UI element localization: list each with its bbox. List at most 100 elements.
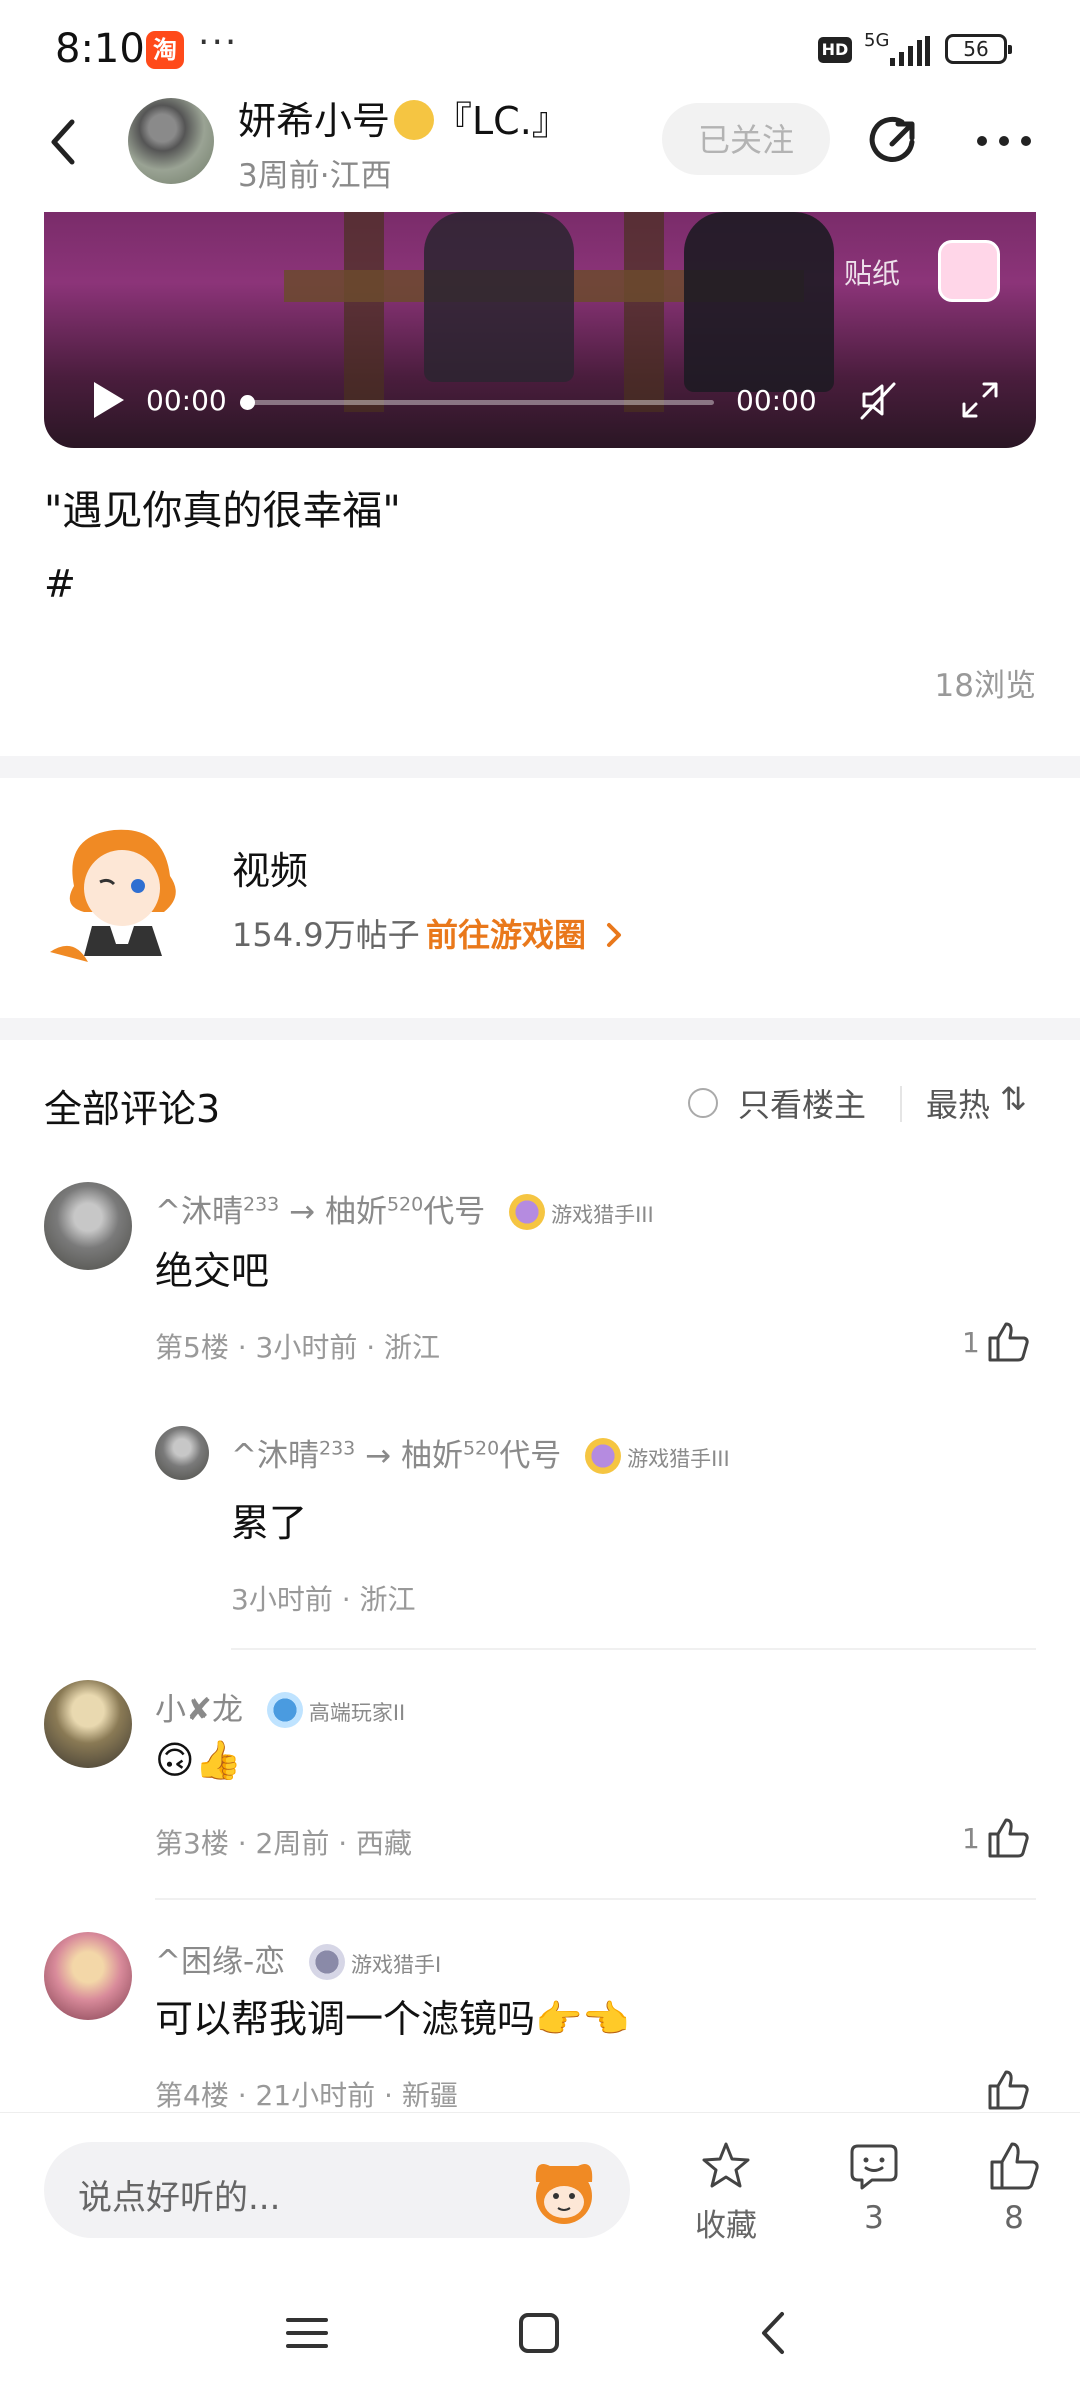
- taobao-app-icon: 淘: [146, 31, 184, 69]
- post-title: "遇见你真的很幸福": [44, 488, 401, 534]
- author-name-suffix: 『LC.』: [434, 99, 570, 143]
- favorite-label[interactable]: 收藏: [666, 2200, 786, 2245]
- sticker-label: 贴纸: [844, 257, 901, 290]
- circle-name[interactable]: 视频: [232, 840, 308, 895]
- only-op-radio[interactable]: [688, 1088, 718, 1118]
- author-sup: 233: [242, 1193, 280, 1216]
- video-scene-post: [344, 212, 384, 412]
- author-name-part: ^沐晴: [155, 1194, 243, 1230]
- comment-like-count: 1: [962, 1822, 980, 1855]
- status-bar: 8:10 淘 ··· HD 5G 56: [0, 0, 1080, 96]
- author-avatar[interactable]: [128, 98, 214, 184]
- author-sup: 520: [462, 1437, 500, 1460]
- comment-avatar[interactable]: [44, 1182, 132, 1270]
- like-count: 8: [1004, 2200, 1024, 2236]
- player-badge-icon: [585, 1438, 622, 1474]
- circle-post-count: 154.9万帖子: [232, 916, 420, 954]
- comments-title: 全部评论3: [44, 1087, 221, 1131]
- author-name-part: 柚妡: [324, 1194, 387, 1230]
- post-meta: 3周前·江西: [238, 158, 392, 194]
- menu-icon[interactable]: [280, 2306, 334, 2360]
- comment-count: 3: [864, 2200, 884, 2236]
- video-duration: 00:00: [736, 384, 817, 417]
- status-time: 8:10: [55, 26, 145, 72]
- more-icon[interactable]: [972, 116, 1036, 166]
- network-type: 5G: [864, 30, 890, 51]
- post-hashtag[interactable]: #: [44, 562, 76, 606]
- like-icon[interactable]: [988, 2140, 1040, 2192]
- comment-text: 🙃👍: [155, 1738, 242, 1782]
- video-progress-knob[interactable]: [240, 395, 255, 410]
- comment-text: 可以帮我调一个滤镜吗👉👈: [155, 1997, 630, 2041]
- video-player[interactable]: 贴纸 00:00 00:00: [44, 212, 1036, 448]
- like-icon[interactable]: [986, 1320, 1030, 1364]
- follow-button[interactable]: 已关注: [662, 103, 830, 175]
- comment-meta: 第4楼 · 21小时前 · 新疆: [155, 2079, 458, 2112]
- sort-label[interactable]: 最热: [926, 1080, 990, 1126]
- author-name[interactable]: 妍希小号 『LC.』: [238, 90, 570, 145]
- go-to-circle-label: 前往游戏圈: [426, 916, 587, 954]
- comment-input-placeholder: 说点好听的...: [78, 2178, 281, 2218]
- circle-avatar[interactable]: [44, 816, 200, 976]
- author-name-part: 小✘龙: [155, 1692, 243, 1728]
- badge-label: 游戏猎手I: [351, 1953, 442, 1977]
- like-icon[interactable]: [986, 2068, 1030, 2112]
- status-more-icon: ···: [198, 22, 239, 63]
- comment-divider: [155, 1898, 1036, 1900]
- play-icon[interactable]: [88, 378, 128, 422]
- author-arrow: →: [365, 1438, 392, 1474]
- back-nav-icon[interactable]: [748, 2306, 802, 2360]
- author-name-part: 代号: [423, 1194, 486, 1230]
- comment-avatar[interactable]: [44, 1680, 132, 1768]
- comment-avatar[interactable]: [44, 1932, 132, 2020]
- back-icon[interactable]: [40, 112, 88, 172]
- player-badge-icon: [309, 1944, 346, 1980]
- comment-author[interactable]: ^沐晴233 → 柚妡520代号 游戏猎手III: [155, 1186, 654, 1231]
- reply-author[interactable]: ^沐晴233 → 柚妡520代号 游戏猎手III: [231, 1430, 730, 1475]
- only-op-label[interactable]: 只看楼主: [738, 1080, 866, 1126]
- chevron-right-icon: [607, 923, 622, 947]
- video-scene-figure: [684, 212, 834, 392]
- header-separator: [900, 1086, 902, 1122]
- comment-author[interactable]: ^困缘-恋 游戏猎手I: [155, 1936, 441, 1981]
- video-current-time: 00:00: [146, 384, 227, 417]
- home-icon[interactable]: [512, 2306, 566, 2360]
- fullscreen-icon[interactable]: [958, 378, 1002, 422]
- mute-icon[interactable]: [856, 378, 900, 422]
- reply-avatar[interactable]: [155, 1426, 209, 1480]
- author-name-part: 代号: [499, 1438, 562, 1474]
- comment-icon[interactable]: [848, 2140, 900, 2192]
- player-badge-icon: [509, 1194, 546, 1230]
- player-badge-icon: [266, 1692, 303, 1728]
- share-icon[interactable]: [862, 108, 926, 172]
- comment-text: 绝交吧: [155, 1249, 270, 1293]
- video-progress-track[interactable]: [244, 400, 714, 405]
- comment-divider: [231, 1648, 1036, 1650]
- section-divider: [0, 1018, 1080, 1040]
- star-icon[interactable]: [700, 2140, 752, 2192]
- comment-like-count: 1: [962, 1326, 980, 1359]
- hd-icon: HD: [818, 37, 852, 63]
- author-name-part: ^困缘-恋: [155, 1944, 286, 1980]
- video-scene-figure: [424, 212, 574, 382]
- view-count: 18浏览: [934, 668, 1036, 704]
- battery-icon: 56: [945, 34, 1012, 64]
- author-arrow: →: [289, 1194, 316, 1230]
- go-to-circle-link[interactable]: 前往游戏圈: [426, 910, 625, 956]
- author-name-part: ^沐晴: [231, 1438, 319, 1474]
- comment-meta: 第5楼 · 3小时前 · 浙江: [155, 1331, 441, 1364]
- signal-icon: [890, 36, 930, 66]
- badge-label: 游戏猎手III: [551, 1203, 654, 1227]
- thinking-emoji-icon: [394, 100, 435, 140]
- like-icon[interactable]: [986, 1816, 1030, 1860]
- sort-icon[interactable]: ⇅: [1000, 1080, 1027, 1118]
- badge-label: 游戏猎手III: [627, 1447, 730, 1471]
- comment-meta: 第3楼 · 2周前 · 西藏: [155, 1827, 413, 1860]
- video-scene-post: [624, 212, 664, 412]
- mascot-icon[interactable]: [526, 2152, 602, 2228]
- author-sup: 233: [318, 1437, 356, 1460]
- comment-author[interactable]: 小✘龙 高端玩家II: [155, 1684, 405, 1729]
- reply-meta: 3小时前 · 浙江: [231, 1583, 416, 1616]
- reply-text: 累了: [231, 1501, 308, 1545]
- section-divider: [0, 756, 1080, 778]
